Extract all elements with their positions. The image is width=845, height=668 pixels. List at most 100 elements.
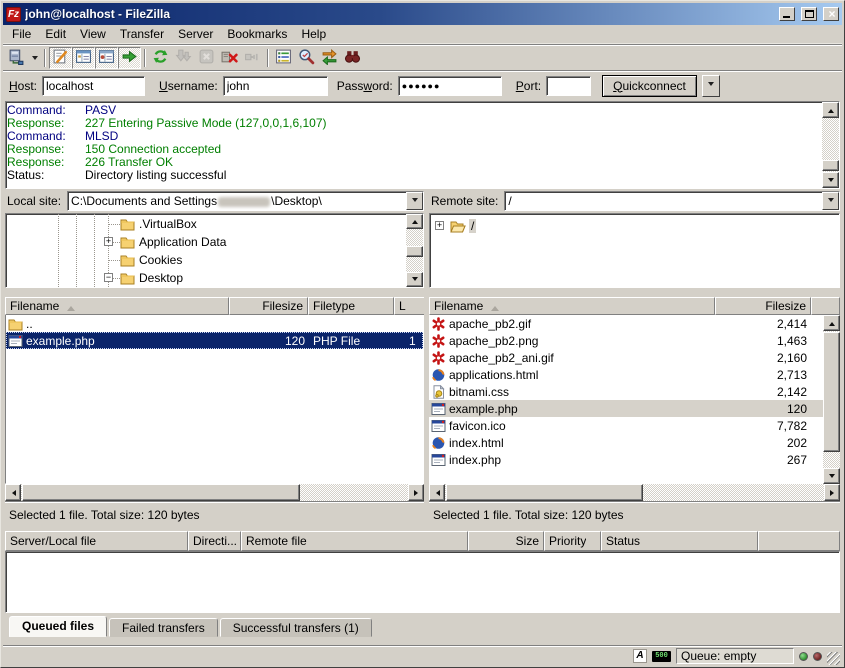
column-header-filename[interactable]: Filename	[5, 297, 229, 315]
queue-body	[5, 551, 840, 613]
menu-item-edit[interactable]: Edit	[38, 25, 73, 43]
scroll-right-button[interactable]	[824, 484, 840, 501]
menu-item-view[interactable]: View	[73, 25, 113, 43]
column-header-size[interactable]: Size	[468, 531, 544, 551]
reconnect-button[interactable]	[241, 47, 264, 69]
host-input[interactable]	[42, 76, 145, 96]
tree-item-virtualbox[interactable]: .VirtualBox	[6, 215, 406, 233]
maximize-button[interactable]	[801, 7, 817, 21]
scroll-up-button[interactable]	[822, 102, 839, 118]
local-tree-panel: .VirtualBox+Application DataCookies−Desk…	[5, 213, 424, 288]
column-header-remote-file[interactable]: Remote file	[241, 531, 468, 551]
find-files-button[interactable]	[341, 47, 364, 69]
chevron-down-icon	[412, 198, 418, 205]
menu-item-server[interactable]: Server	[171, 25, 220, 43]
site-manager-dropdown-button[interactable]	[28, 47, 41, 69]
local-path-dropdown-button[interactable]	[406, 192, 423, 210]
tree-item-application-data[interactable]: +Application Data	[6, 233, 406, 251]
file-row-example-php[interactable]: example.php120PHP File1	[6, 332, 423, 349]
menu-item-transfer[interactable]: Transfer	[113, 25, 171, 43]
remote-splitter[interactable]	[429, 288, 840, 297]
local-horizontal-scrollbar[interactable]	[5, 484, 424, 501]
tree-item-root[interactable]: +/	[430, 217, 839, 235]
quickconnect-button[interactable]: Quickconnect	[602, 75, 697, 97]
resize-grip[interactable]	[827, 652, 840, 665]
scrollbar-thumb[interactable]	[822, 160, 839, 171]
column-header-directi[interactable]: Directi...	[188, 531, 241, 551]
remote-horizontal-scrollbar[interactable]	[429, 484, 840, 501]
column-header-server-local-file[interactable]: Server/Local file	[5, 531, 188, 551]
toggle-transfer-queue-button[interactable]	[118, 47, 141, 69]
log-line-text: Directory listing successful	[85, 169, 226, 182]
cancel-operation-button[interactable]	[195, 47, 218, 69]
local-site-combo[interactable]: C:\Documents and Settings\Desktop\	[67, 191, 424, 211]
scrollbar-thumb[interactable]	[406, 246, 423, 257]
scroll-left-button[interactable]	[429, 484, 445, 501]
quickconnect-dropdown-button[interactable]	[702, 75, 720, 97]
scrollbar-thumb[interactable]	[823, 332, 840, 452]
expand-toggle[interactable]: +	[435, 221, 444, 230]
port-input[interactable]	[546, 76, 591, 96]
directory-comparison-button[interactable]	[295, 47, 318, 69]
scroll-up-button[interactable]	[823, 315, 840, 331]
file-row-example-php[interactable]: example.php120	[429, 400, 823, 417]
file-row-index-html[interactable]: index.html202	[429, 434, 823, 451]
file-row-[interactable]: ..	[6, 315, 423, 332]
site-manager-button[interactable]	[5, 47, 28, 69]
scrollbar-thumb[interactable]	[446, 484, 643, 501]
local-tree-scrollbar[interactable]	[406, 214, 423, 287]
directory-filters-button[interactable]	[272, 47, 295, 69]
menu-item-file[interactable]: File	[5, 25, 38, 43]
column-header-priority[interactable]: Priority	[544, 531, 601, 551]
file-row-apache-pb2-gif[interactable]: apache_pb2.gif2,414	[429, 315, 823, 332]
tree-item-cookies[interactable]: Cookies	[6, 251, 406, 269]
scroll-down-button[interactable]	[822, 172, 839, 188]
remote-list-scrollbar[interactable]	[823, 315, 840, 484]
column-header-l[interactable]: L	[394, 297, 424, 315]
column-header-filetype[interactable]: Filetype	[308, 297, 394, 315]
remote-site-combo[interactable]: /	[504, 191, 840, 211]
column-header-status[interactable]: Status	[601, 531, 758, 551]
scrollbar-thumb[interactable]	[22, 484, 300, 501]
speed-limit-icon[interactable]: 500	[652, 651, 671, 662]
toggle-remote-tree-button[interactable]	[95, 47, 118, 69]
tab-successful-transfers-1[interactable]: Successful transfers (1)	[220, 618, 372, 637]
disconnect-button[interactable]	[218, 47, 241, 69]
menu-item-bookmarks[interactable]: Bookmarks	[220, 25, 294, 43]
file-row-apache-pb2-png[interactable]: apache_pb2.png1,463	[429, 332, 823, 349]
synchronized-browsing-button[interactable]	[318, 47, 341, 69]
tree-item-desktop[interactable]: −Desktop	[6, 269, 406, 287]
local-splitter[interactable]	[5, 288, 424, 297]
close-button[interactable]: ×	[823, 7, 839, 21]
file-row-applications-html[interactable]: applications.html2,713	[429, 366, 823, 383]
tab-queued-files[interactable]: Queued files	[9, 616, 107, 637]
file-row-apache-pb2-ani-gif[interactable]: apache_pb2_ani.gif2,160	[429, 349, 823, 366]
process-queue-button[interactable]	[172, 47, 195, 69]
refresh-button[interactable]	[149, 47, 172, 69]
toggle-local-tree-button[interactable]	[72, 47, 95, 69]
file-row-bitnami-css[interactable]: bitnami.css2,142	[429, 383, 823, 400]
menu-item-help[interactable]: Help	[294, 25, 333, 43]
message-log-scrollbar[interactable]	[822, 102, 839, 188]
title-bar[interactable]: Fz john@localhost - FileZilla ×	[3, 3, 842, 25]
column-header-filesize[interactable]: Filesize	[715, 297, 811, 315]
file-row-favicon-ico[interactable]: favicon.ico7,782	[429, 417, 823, 434]
scroll-up-button[interactable]	[406, 214, 423, 229]
file-row-index-php[interactable]: index.php267	[429, 451, 823, 468]
scroll-left-button[interactable]	[5, 484, 21, 501]
column-header-filename[interactable]: Filename	[429, 297, 715, 315]
tab-failed-transfers[interactable]: Failed transfers	[109, 618, 218, 637]
username-input[interactable]	[223, 76, 328, 96]
minimize-button[interactable]	[779, 7, 795, 21]
filesize: 202	[715, 436, 811, 450]
toggle-message-log-button[interactable]	[49, 47, 72, 69]
scroll-down-button[interactable]	[823, 468, 840, 484]
scroll-right-button[interactable]	[408, 484, 424, 501]
password-input[interactable]	[398, 76, 502, 96]
collapse-toggle[interactable]: −	[104, 273, 113, 282]
php-icon	[431, 419, 446, 433]
column-header-filesize[interactable]: Filesize	[229, 297, 308, 315]
remote-path-dropdown-button[interactable]	[822, 192, 839, 210]
scroll-down-button[interactable]	[406, 272, 423, 287]
expand-toggle[interactable]: +	[104, 237, 113, 246]
